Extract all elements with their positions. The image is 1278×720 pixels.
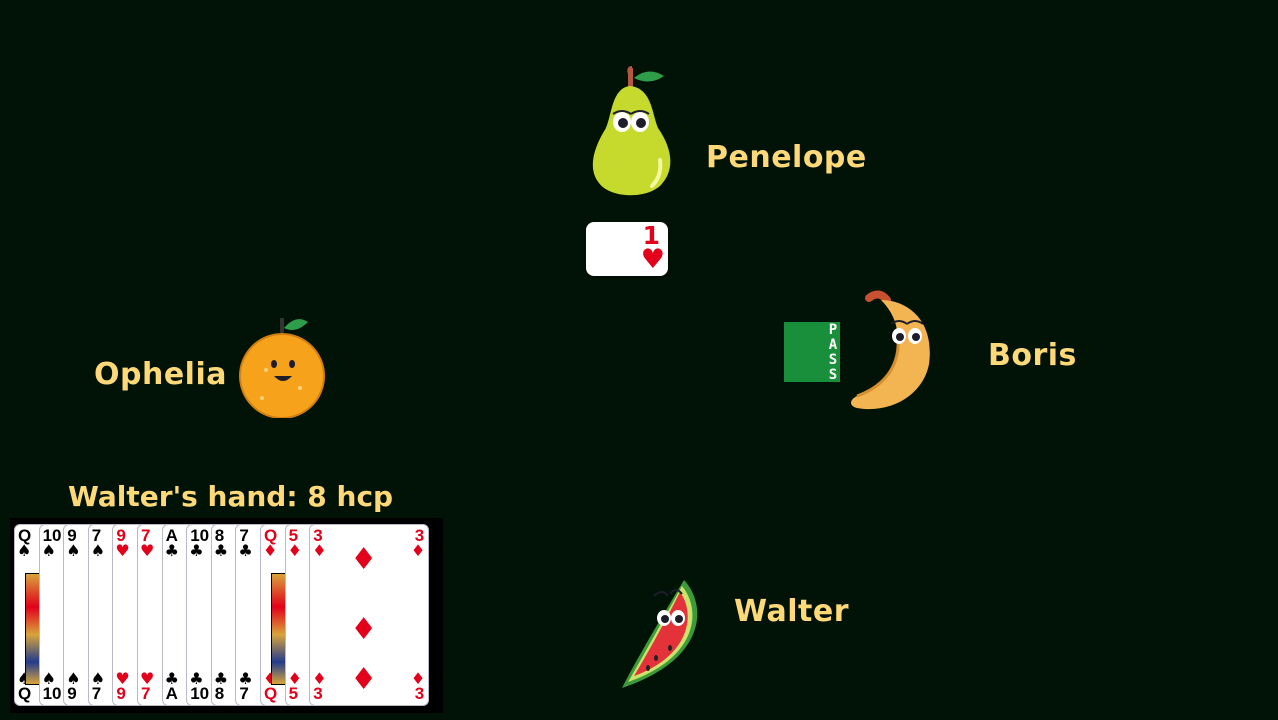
card-suit-icon: ♦ — [410, 541, 426, 560]
card-suit-icon: ♣ — [213, 541, 229, 560]
card-rank: 5 — [288, 684, 299, 703]
card-rank: Q — [264, 684, 278, 703]
card-pip-icon: ♦ — [350, 542, 378, 577]
card-rank: 7 — [91, 684, 102, 703]
orange-avatar — [239, 318, 325, 418]
card-pip-icon: ♦ — [350, 662, 378, 697]
card-rank: 8 — [214, 684, 225, 703]
card-suit-icon: ♦ — [410, 669, 426, 688]
card-suit-icon: ♠ — [90, 541, 106, 560]
player-name-south: Walter — [734, 594, 850, 629]
card-rank: 9 — [116, 684, 126, 703]
card-rank: 3 — [313, 684, 323, 703]
card-suit-icon: ♣ — [238, 541, 253, 560]
player-name-north: Penelope — [706, 140, 867, 175]
card-pip-icon: ♦ — [350, 612, 378, 647]
card-suit-icon: ♥ — [115, 541, 130, 560]
card-rank: 9 — [67, 684, 77, 703]
card-suit-icon: ♦ — [263, 541, 278, 560]
hand-title: Walter's hand: 8 hcp — [68, 480, 394, 513]
card-rank: Q — [18, 684, 32, 703]
player-name-east: Boris — [988, 338, 1077, 373]
card-suit-icon: ♣ — [189, 541, 204, 560]
card-rank: 10 — [42, 684, 62, 703]
card-suit-icon: ♠ — [17, 541, 32, 560]
card-suit-icon: ♦ — [312, 541, 327, 560]
hand-card[interactable]: 3 ♦ ♦ 3 ♦ ♦ ♦ 3 ♦ 3 ♦ — [309, 524, 430, 706]
banana-avatar — [851, 290, 930, 410]
card-suit-icon: ♠ — [66, 541, 81, 560]
watermelon-avatar — [622, 580, 698, 688]
player-name-west: Ophelia — [94, 357, 227, 392]
card-rank: 7 — [239, 684, 249, 703]
card-rank: 10 — [190, 684, 210, 703]
heart-icon: ♥ — [640, 244, 665, 275]
card-rank: A — [165, 684, 178, 703]
card-suit-icon: ♥ — [140, 541, 155, 560]
card-rank: 7 — [141, 684, 151, 703]
bid-card-north: 1 ♥ — [586, 222, 668, 276]
card-suit-icon: ♦ — [287, 541, 302, 560]
pass-bid-label: PASS — [825, 322, 841, 382]
card-suit-icon: ♣ — [164, 541, 179, 560]
card-suit-icon: ♠ — [41, 541, 56, 560]
pear-avatar — [592, 66, 671, 196]
